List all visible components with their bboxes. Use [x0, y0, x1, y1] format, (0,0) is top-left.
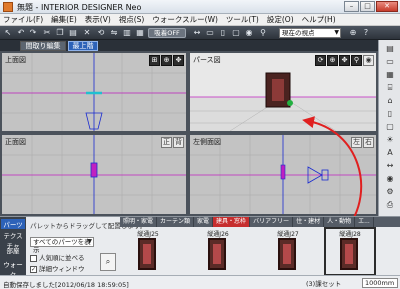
app-icon [3, 2, 13, 12]
menu-view[interactable]: 表示(V) [85, 14, 111, 25]
grid-icon[interactable]: ▦ [135, 28, 145, 38]
category-tabs: 照明・家電 カーテン類 家電 建具・窓枠 バリアフリー 住・建材 人・動物 エ.… [120, 217, 400, 227]
parts-grid: 縦通J25 縦通J26 縦通J27 縦通J28 [120, 227, 400, 276]
undo-icon[interactable]: ↶ [16, 28, 26, 38]
category-tab-active[interactable]: 建具・窓枠 [213, 217, 251, 227]
snap-toggle[interactable]: 吸着OFF [148, 28, 186, 38]
parts-palette: パーツ テクスチャ 部屋 ウォーク パレットからドラッグして配置します。 すべて… [0, 216, 400, 279]
sort-popular-label: 人気順に並べる [39, 254, 85, 262]
rotate-icon[interactable]: ⟲ [96, 28, 106, 38]
help-icon[interactable]: ? [361, 28, 371, 38]
delete-icon[interactable]: ✕ [82, 28, 92, 38]
door-icon[interactable]: ▯ [218, 28, 228, 38]
menu-help[interactable]: ヘルプ(H) [302, 14, 336, 25]
detail-window-label: 詳細ウィンドウ [39, 265, 85, 273]
layer-icon[interactable]: ▤ [383, 43, 397, 54]
camera-icon[interactable]: ◉ [383, 173, 397, 184]
part-thumbnail [208, 238, 226, 270]
parts-filter-select[interactable]: すべてのパーツを表示 ▼ [30, 237, 94, 254]
category-tab[interactable]: バリアフリー [250, 217, 294, 227]
sort-popular-checkbox[interactable]: 人気順に並べる [30, 252, 85, 262]
search-icon[interactable]: ⌕ [100, 253, 116, 271]
category-tab[interactable]: カーテン類 [157, 217, 195, 227]
selection-status: (3)課セット [306, 280, 342, 288]
category-tab[interactable]: 照明・家電 [120, 217, 158, 227]
chevron-down-icon: ▼ [334, 29, 339, 36]
maximize-button[interactable]: □ [360, 1, 375, 12]
stairs-icon[interactable]: ⌸ [383, 82, 397, 93]
right-toolbar: ▤ ▭ ▦ ⌸ ⌂ ▯ ▢ ☀ A ↔ ◉ ⚙ ⎙ [378, 40, 400, 216]
palette-mode-tabs: パーツ テクスチャ 部屋 ウォーク [0, 217, 26, 279]
window-title: 無題 - INTERIOR DESIGNER Neo [17, 3, 142, 12]
minimize-button[interactable]: – [344, 1, 359, 12]
checkbox-box [30, 254, 37, 262]
category-tab[interactable]: 家電 [194, 217, 214, 227]
tab-top-floor[interactable]: 最上階 [68, 41, 98, 51]
wall-icon[interactable]: ▭ [205, 28, 215, 38]
status-bar: 自動保存しました[2012/06/18 18:59:05] (3)課セット 10… [0, 275, 400, 289]
camera-icon[interactable]: ◉ [244, 28, 254, 38]
menu-edit[interactable]: 編集(E) [51, 14, 77, 25]
window-tool-icon[interactable]: ▢ [383, 121, 397, 132]
menu-file[interactable]: ファイル(F) [3, 14, 43, 25]
tab-parts[interactable]: パーツ [1, 219, 25, 229]
detail-window-checkbox[interactable]: ✓ 詳細ウィンドウ [30, 263, 85, 273]
part-item[interactable]: 縦通J26 [194, 229, 242, 274]
checkbox-box: ✓ [30, 265, 37, 273]
part-thumbnail [138, 238, 156, 270]
part-label: 縦通J27 [277, 231, 299, 238]
part-item[interactable]: 縦通J27 [264, 229, 312, 274]
viewpoint-select-value: 現在の視点 [282, 29, 315, 37]
zoom-icon[interactable]: ⊕ [348, 28, 358, 38]
callout-arrow [302, 116, 363, 216]
paste-icon[interactable]: ▤ [68, 28, 78, 38]
floor-tab-bar: 間取り編集 最上階 [0, 40, 378, 51]
part-thumbnail [340, 238, 358, 270]
part-thumbnail [278, 238, 296, 270]
menu-viewpoint[interactable]: 視点(S) [119, 14, 145, 25]
pointer-icon[interactable]: ↖ [3, 28, 13, 38]
part-item[interactable]: 縦通J25 [124, 229, 172, 274]
viewpoint-select[interactable]: 現在の視点 ▼ [279, 28, 341, 38]
flip-icon[interactable]: ⇋ [109, 28, 119, 38]
wall-icon[interactable]: ▭ [383, 56, 397, 67]
floor-icon[interactable]: ▦ [383, 69, 397, 80]
settings-icon[interactable]: ⚙ [383, 186, 397, 197]
part-label: 縦通J28 [339, 231, 361, 238]
menu-walkthrough[interactable]: ウォークスルー(W) [152, 14, 218, 25]
part-label: 縦通J26 [207, 231, 229, 238]
print-icon[interactable]: ⎙ [383, 199, 397, 210]
main-toolbar: ↖ ↶ ↷ ✂ ❐ ▤ ✕ ⟲ ⇋ ▥ ▦ 吸着OFF ↔ ▭ ▯ ▢ ◉ ⚲ … [0, 26, 400, 40]
title-bar: 無題 - INTERIOR DESIGNER Neo – □ ✕ [0, 0, 400, 14]
text-icon[interactable]: A [383, 147, 397, 158]
walk-icon[interactable]: ⚲ [258, 28, 268, 38]
autosave-status: 自動保存しました[2012/06/18 18:59:05] [3, 281, 129, 289]
measure-icon[interactable]: ↔ [383, 160, 397, 171]
measure-icon[interactable]: ↔ [192, 28, 202, 38]
view-area: 上面図 ⊞ ⊕ ✥ パース図 ⟳ ⊕ ✥ ⚲ ◉ 正面図 正 背 左側面図 左 … [0, 51, 378, 216]
category-tab[interactable]: 住・建材 [293, 217, 325, 227]
category-tab[interactable]: 人・動物 [324, 217, 356, 227]
roof-icon[interactable]: ⌂ [383, 95, 397, 106]
door-icon[interactable]: ▯ [383, 108, 397, 119]
align-icon[interactable]: ▥ [122, 28, 132, 38]
redo-icon[interactable]: ↷ [28, 28, 38, 38]
close-button[interactable]: ✕ [376, 1, 398, 12]
chevron-down-icon: ▼ [87, 238, 92, 245]
part-item-selected[interactable]: 縦通J28 [324, 227, 376, 276]
grid-unit-field[interactable]: 1000mm [362, 278, 398, 288]
menu-settings[interactable]: 設定(O) [267, 14, 294, 25]
category-tab[interactable]: エ... [355, 217, 374, 227]
cut-icon[interactable]: ✂ [42, 28, 52, 38]
copy-icon[interactable]: ❐ [55, 28, 65, 38]
menu-tools[interactable]: ツール(T) [226, 14, 259, 25]
menu-bar: ファイル(F) 編集(E) 表示(V) 視点(S) ウォークスルー(W) ツール… [0, 14, 400, 26]
window-tool-icon[interactable]: ▢ [231, 28, 241, 38]
tab-room[interactable]: 部屋 [1, 245, 25, 255]
window-controls: – □ ✕ [343, 1, 398, 12]
part-label: 縦通J25 [137, 231, 159, 238]
light-icon[interactable]: ☀ [383, 134, 397, 145]
tab-layout-edit[interactable]: 間取り編集 [20, 41, 66, 51]
